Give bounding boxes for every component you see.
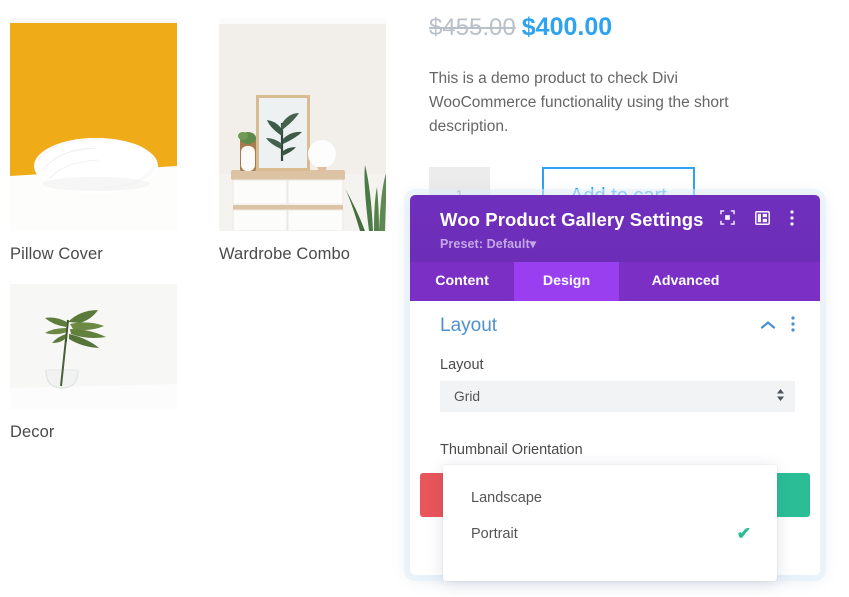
thumbnail-orientation-dropdown: Landscape Portrait ✔ [443, 465, 777, 581]
check-icon: ✔ [736, 524, 751, 543]
tab-advanced[interactable]: Advanced [619, 262, 752, 301]
price-sale: $400.00 [521, 13, 613, 41]
chevron-up-icon[interactable] [760, 317, 776, 335]
product-gallery: Pillow Cover Wardrobe Combo Decor [0, 0, 410, 442]
dropdown-option-label: Portrait [471, 526, 518, 542]
section-title: Layout [440, 315, 498, 336]
modal-tabs: Content Design Advanced [410, 262, 820, 301]
gallery-item-decor[interactable]: Decor [10, 284, 177, 442]
more-options-icon[interactable] [789, 209, 794, 231]
layout-field-label: Layout [440, 357, 484, 373]
modal-header-actions [719, 209, 794, 231]
wardrobe-thumbnail-image[interactable] [219, 18, 386, 231]
preset-selector[interactable]: Preset: Default▾ [440, 236, 804, 251]
gallery-item-wardrobe-combo[interactable]: Wardrobe Combo [219, 18, 386, 264]
layout-section-header: Layout [440, 315, 795, 347]
gallery-row: Decor [0, 284, 410, 442]
decor-thumbnail-image[interactable] [10, 284, 177, 409]
dropdown-option-label: Landscape [471, 490, 542, 506]
preset-label: Preset: Default [440, 237, 530, 251]
layout-select-value: Grid [454, 389, 481, 404]
panel-layout-icon[interactable] [754, 210, 770, 230]
tab-content[interactable]: Content [410, 262, 514, 301]
gallery-item-label: Decor [10, 423, 55, 441]
preset-caret-icon: ▾ [529, 237, 537, 251]
gallery-item-pillow-cover[interactable]: Pillow Cover [10, 18, 177, 264]
product-summary: $455.00 $400.00 This is a demo product to… [429, 12, 829, 225]
pillow-thumbnail-image[interactable] [10, 18, 177, 231]
product-description: This is a demo product to check Divi Woo… [429, 69, 729, 135]
product-price: $455.00 $400.00 [429, 12, 829, 43]
modal-title: Woo Product Gallery Settings [440, 209, 704, 230]
gallery-row: Pillow Cover Wardrobe Combo [0, 18, 410, 264]
gallery-item-label: Pillow Cover [10, 245, 103, 263]
dropdown-option-landscape[interactable]: Landscape [443, 481, 777, 515]
focus-icon[interactable] [719, 210, 735, 230]
layout-select[interactable]: Grid [440, 381, 795, 412]
dropdown-option-portrait[interactable]: Portrait ✔ [443, 515, 777, 553]
tab-design[interactable]: Design [514, 262, 619, 301]
gallery-item-label: Wardrobe Combo [219, 245, 351, 263]
thumbnail-orientation-field-label: Thumbnail Orientation [440, 442, 583, 458]
stepper-arrows-icon [776, 387, 785, 406]
price-original: $455.00 [429, 14, 516, 41]
modal-header: Woo Product Gallery Settings Preset: Def… [410, 195, 820, 262]
section-more-options-icon[interactable] [791, 315, 795, 337]
